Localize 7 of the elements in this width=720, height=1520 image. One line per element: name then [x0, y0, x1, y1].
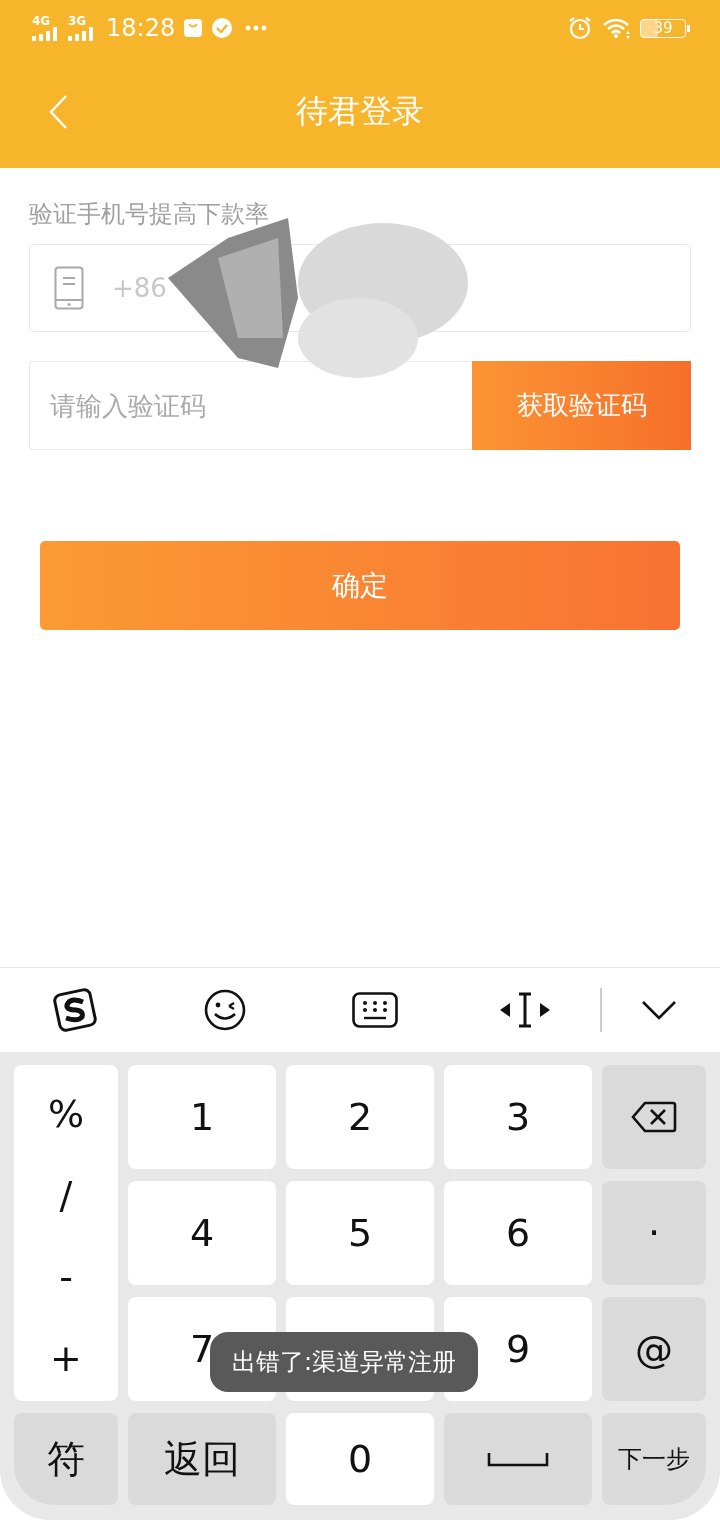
network-type: 4G — [32, 15, 51, 27]
page-title: 待君登录 — [296, 91, 424, 132]
battery-level: 39 — [640, 18, 686, 38]
error-toast: 出错了:渠道异常注册 — [210, 1332, 479, 1392]
network-type: 3G — [68, 15, 87, 27]
hint-text: 验证手机号提高下款率 — [29, 199, 270, 230]
clock: 18:28 — [106, 14, 176, 42]
